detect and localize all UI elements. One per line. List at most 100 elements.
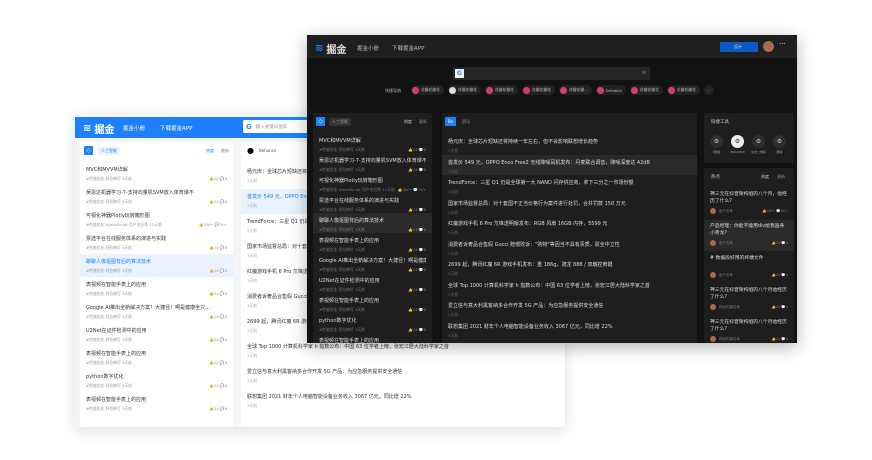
- news-item[interactable]: 全球 Top 1000 计算机科学家 h 指数公布：中国 63 位学者上榜，张宏…: [442, 278, 697, 299]
- news-item[interactable]: 首发价 549 元，OPPO Enco Free2 无线降噪耳机发布：丹麦联合调…: [442, 154, 697, 175]
- search-input[interactable]: G ⊗: [453, 67, 650, 80]
- quick-nav-more[interactable]: ···: [703, 85, 714, 95]
- article-item[interactable]: 吴恩达机器学习-7-支持向量机SVM放入体育课不 #性能优化 阿拉神灯 3天前 👍2…: [313, 153, 432, 173]
- article-title[interactable]: 表视频在智能手表上的应用: [86, 281, 227, 288]
- article-item[interactable]: 表视频在智能手表上的应用#性能优化 阿拉神灯 3天前👍24 💬6: [313, 293, 432, 313]
- article-item[interactable]: Google AI推出全新解决方案！大捷径！啊是健康坐只...#性能优化 阿拉神…: [80, 300, 233, 323]
- news-title[interactable]: 全球 Top 1000 计算机科学家 h 指数公布：中国 63 位学者上榜，张宏…: [247, 343, 565, 350]
- news-title[interactable]: 消费者诉奢品合售假 Gucci 赔偿败诉："购物"等因当不具有责质，驳全中立性: [448, 241, 691, 248]
- article-title[interactable]: 表视频在智能手表上的应用: [319, 237, 426, 244]
- article-item[interactable]: 吴恩达机器学习-7-支持向量机SVM放入体育课不 #性能优化 阿拉神灯 3天前 👍2…: [80, 185, 233, 208]
- design-button[interactable]: 设计: [720, 42, 758, 52]
- avatar[interactable]: [763, 41, 774, 52]
- hot-title[interactable]: 神三元在抖音架构组的八个月他经历了什么?: [710, 319, 788, 333]
- article-title[interactable]: Google AI推出全新解决方案！大捷径！啊是健康坐只...: [86, 304, 227, 311]
- logo[interactable]: ≋ 掘金: [83, 121, 114, 136]
- article-title[interactable]: python数字优化: [86, 373, 227, 380]
- quick-nav-item[interactable]: 花瓣花瓣...: [558, 85, 592, 95]
- news-title[interactable]: 全球 Top 1000 计算机科学家 h 指数公布：中国 63 位学者上榜，张宏…: [448, 282, 691, 289]
- hot-title[interactable]: # 数据段好用的终端文件: [710, 255, 788, 269]
- quick-nav-item[interactable]: 花瓣花瓣花: [411, 85, 444, 95]
- news-title[interactable]: 爱立信与意大利黑客纳多合作开发 5G 产品：为应急服务提供安全通信: [448, 302, 691, 309]
- article-item[interactable]: MVC和MVVM详解 #性能优化 阿拉神灯 3天前 👍24 💬6: [80, 162, 233, 185]
- tool-item[interactable]: ⚙ 翻译: [772, 135, 787, 154]
- sort-new[interactable]: 最新: [416, 118, 430, 126]
- sort-new[interactable]: 最新: [218, 147, 232, 155]
- article-item[interactable]: 可视化神器Plotly玩转箱形图 #性能优化 #JavaScript 用户名扫帚 …: [80, 208, 233, 231]
- article-item[interactable]: 票选平台在线服务体系的演进与实践 #性能优化 阿拉神灯 3天前 👍24 💬6: [80, 231, 233, 254]
- article-title[interactable]: 聊聊人像抠图背后的算法技术: [319, 217, 426, 224]
- article-title[interactable]: U2Net在证件检测中的应用: [319, 277, 426, 284]
- article-item[interactable]: 聊聊人像抠图背后的算法技术 #性能优化 阿拉神灯 3天前 👍24 💬6: [313, 213, 432, 233]
- nav-books[interactable]: 掘金小册: [123, 124, 145, 132]
- category-select[interactable]: 人工智能: [329, 118, 351, 126]
- tool-item[interactable]: ⚙ P图板: [709, 135, 724, 154]
- article-item[interactable]: python数字优化 #性能优化 阿拉神灯 3天前 👍24 💬6: [80, 369, 233, 392]
- article-title[interactable]: 表视频在智能手表上的应用: [319, 337, 426, 343]
- category-select[interactable]: 人工智能: [98, 147, 120, 155]
- article-title[interactable]: 票选平台在线服务体系的演进与实践: [86, 235, 227, 242]
- article-title[interactable]: MVC和MVVM详解: [86, 166, 227, 173]
- article-item[interactable]: 表视频在智能手表上的应用#性能优化 阿拉神灯 3天前👍24 💬6: [80, 346, 233, 369]
- quick-nav-item[interactable]: 花瓣花瓣花: [629, 85, 663, 95]
- hot-item[interactable]: 神三元在抖音架构组的八个月他经历了什么? 神经机器名称 👍24 💬6: [704, 284, 794, 315]
- news-title[interactable]: 2699 起，腾讯红魔 6R 游戏手机发布：重 186g，骁龙 888 / 双触…: [448, 261, 691, 268]
- nav-books[interactable]: 掘金小册: [357, 44, 379, 52]
- news-item[interactable]: 红魔游戏手机 6 Pro 氘锋透明版发布：RGB 风扇 16GB 内存，5599…: [442, 216, 697, 237]
- article-item[interactable]: U2Net在证件检测中的应用 #性能优化 阿拉神灯 3天前 👍24 💬6: [80, 323, 233, 346]
- article-item[interactable]: 表视频在智能手表上的应用#性能优化 阿拉神灯 3天前👍24 💬6: [80, 277, 233, 300]
- nav-download-app[interactable]: 下载掘金APP: [392, 44, 424, 52]
- article-title[interactable]: 吴恩达机器学习-7-支持向量机SVM放入体育课不: [86, 189, 227, 196]
- article-item[interactable]: MVC和MVVM详解 #性能优化 阿拉神灯 3天前 👍24 💬6: [313, 133, 432, 153]
- news-title[interactable]: 首发价 549 元，OPPO Enco Free2 无线降噪耳机发布：丹麦联合调…: [448, 159, 691, 166]
- news-item[interactable]: 爱立信与意大利黑客纳多合作开发 5G 产品：为应急服务提供安全通信 3天前: [442, 298, 697, 319]
- article-item[interactable]: Google AI推出全新解决方案！大捷径！啊是健康坐只...#性能优化 阿拉神…: [313, 253, 432, 273]
- news-item[interactable]: 国家市场监督总局：对十套国不正当价格行为案件进行处罚，合并罚款 150 万元 3天…: [442, 196, 697, 217]
- article-title[interactable]: 表视频在智能手表上的应用: [319, 297, 426, 304]
- sort-hot[interactable]: 热度: [401, 118, 415, 126]
- news-title[interactable]: 杨元庆：全球芯片短缺还将持续一年左右，但不会影响联想增长趋势: [448, 138, 691, 145]
- article-item[interactable]: 可视化神器Plotly玩转箱形图 #性能优化 #JavaScript 用户名扫帚 …: [313, 173, 432, 193]
- article-item[interactable]: 表视频在智能手表上的应用#性能优化 阿拉神灯 3天前👍24 💬6: [313, 333, 432, 343]
- news-item[interactable]: 联想集团 2021 财年个人电脑智能设备业务收入 3067 亿元，同比增 22%…: [442, 319, 697, 340]
- quick-nav-item[interactable]: Dribbble: [595, 85, 626, 95]
- news-title[interactable]: 联想集团 2021 财年个人电脑智能设备业务收入 3067 亿元，同比增 22%: [247, 393, 565, 400]
- article-title[interactable]: python数字优化: [319, 317, 426, 324]
- sort-hot[interactable]: 热度: [761, 174, 769, 180]
- more-icon[interactable]: ···: [779, 40, 786, 48]
- article-title[interactable]: 可视化神器Plotly玩转箱形图: [86, 212, 227, 219]
- article-item[interactable]: 表视频在智能手表上的应用#性能优化 阿拉神灯 3天前👍24 💬6: [80, 392, 233, 415]
- logo[interactable]: ≋ 掘金: [315, 41, 346, 56]
- news-title[interactable]: 红魔游戏手机 6 Pro 氘锋透明版发布：RGB 风扇 16GB 内存，5599…: [448, 220, 691, 227]
- news-title[interactable]: TrendForce：三星 Q1 仍是全球第一大 NAND 闪存供应商，拿下三分…: [448, 179, 691, 186]
- article-title[interactable]: U2Net在证件检测中的应用: [86, 327, 227, 334]
- hot-title[interactable]: 神三元在抖音架构组的八个月，他经历了什么?: [710, 191, 788, 205]
- article-title[interactable]: 票选平台在线服务体系的演进与实践: [319, 197, 426, 204]
- hot-title[interactable]: 神三元在抖音架构组的八个月他经历了什么?: [710, 287, 788, 301]
- search-input[interactable]: G 输入关键词搜索: [243, 120, 313, 133]
- article-title[interactable]: 表视频在智能手表上的应用: [86, 350, 227, 357]
- news-item[interactable]: 2699 起，腾讯红魔 6R 游戏手机发布：重 186g，骁龙 888 / 双触…: [442, 257, 697, 278]
- hot-title[interactable]: 产品经理：你能不能用div给我画条小青龙?: [710, 223, 788, 237]
- news-title[interactable]: 联想集团 2021 财年个人电脑智能设备业务收入 3067 亿元，同比增 22%: [448, 323, 691, 330]
- article-item[interactable]: 表视频在智能手表上的应用#性能优化 阿拉神灯 3天前👍24 💬6: [313, 233, 432, 253]
- article-title[interactable]: Google AI推出全新解决方案！大捷径！啊是健康坐只...: [319, 257, 426, 264]
- news-item[interactable]: 杨元庆：全球芯片短缺还将持续一年左右，但不会影响联想增长趋势 3天前: [442, 134, 697, 155]
- news-item[interactable]: TrendForce：三星 Q1 仍是全球第一大 NAND 闪存供应商，拿下三分…: [442, 175, 697, 196]
- news-item[interactable]: 爱立信与意大利黑客纳多合作开发 5G 产品：为应急服务提供安全通信 3天前: [241, 364, 565, 389]
- sort-new[interactable]: 最新: [777, 174, 785, 180]
- news-item[interactable]: 联想集团 2021 财年个人电脑智能设备业务收入 3067 亿元，同比增 22%…: [241, 389, 565, 414]
- hot-item[interactable]: # 数据段好用的终端文件 用户名称 👍24 💬6: [704, 252, 794, 283]
- article-title[interactable]: 表视频在智能手表上的应用: [86, 396, 227, 403]
- nav-download-app[interactable]: 下载掘金APP: [160, 124, 192, 132]
- article-item[interactable]: python数字优化 #性能优化 阿拉神灯 3天前 👍24 💬6: [313, 313, 432, 333]
- news-source-select[interactable]: Behance: [256, 147, 279, 154]
- quick-nav-item[interactable]: 花瓣花瓣花: [447, 85, 481, 95]
- article-title[interactable]: MVC和MVVM详解: [319, 137, 426, 144]
- article-item[interactable]: 聊聊人像抠图背后的算法技术 #性能优化 阿拉神灯 3天前 👍24 💬6: [80, 254, 233, 277]
- quick-nav-item[interactable]: 花瓣花瓣花: [521, 85, 555, 95]
- article-item[interactable]: U2Net在证件检测中的应用 #性能优化 阿拉神灯 3天前 👍24 💬6: [313, 273, 432, 293]
- article-title[interactable]: 聊聊人像抠图背后的算法技术: [86, 258, 227, 265]
- sort-hot[interactable]: 热度: [203, 147, 217, 155]
- news-title[interactable]: 国家市场监督总局：对十套国不正当价格行为案件进行处罚，合并罚款 150 万元: [448, 200, 691, 207]
